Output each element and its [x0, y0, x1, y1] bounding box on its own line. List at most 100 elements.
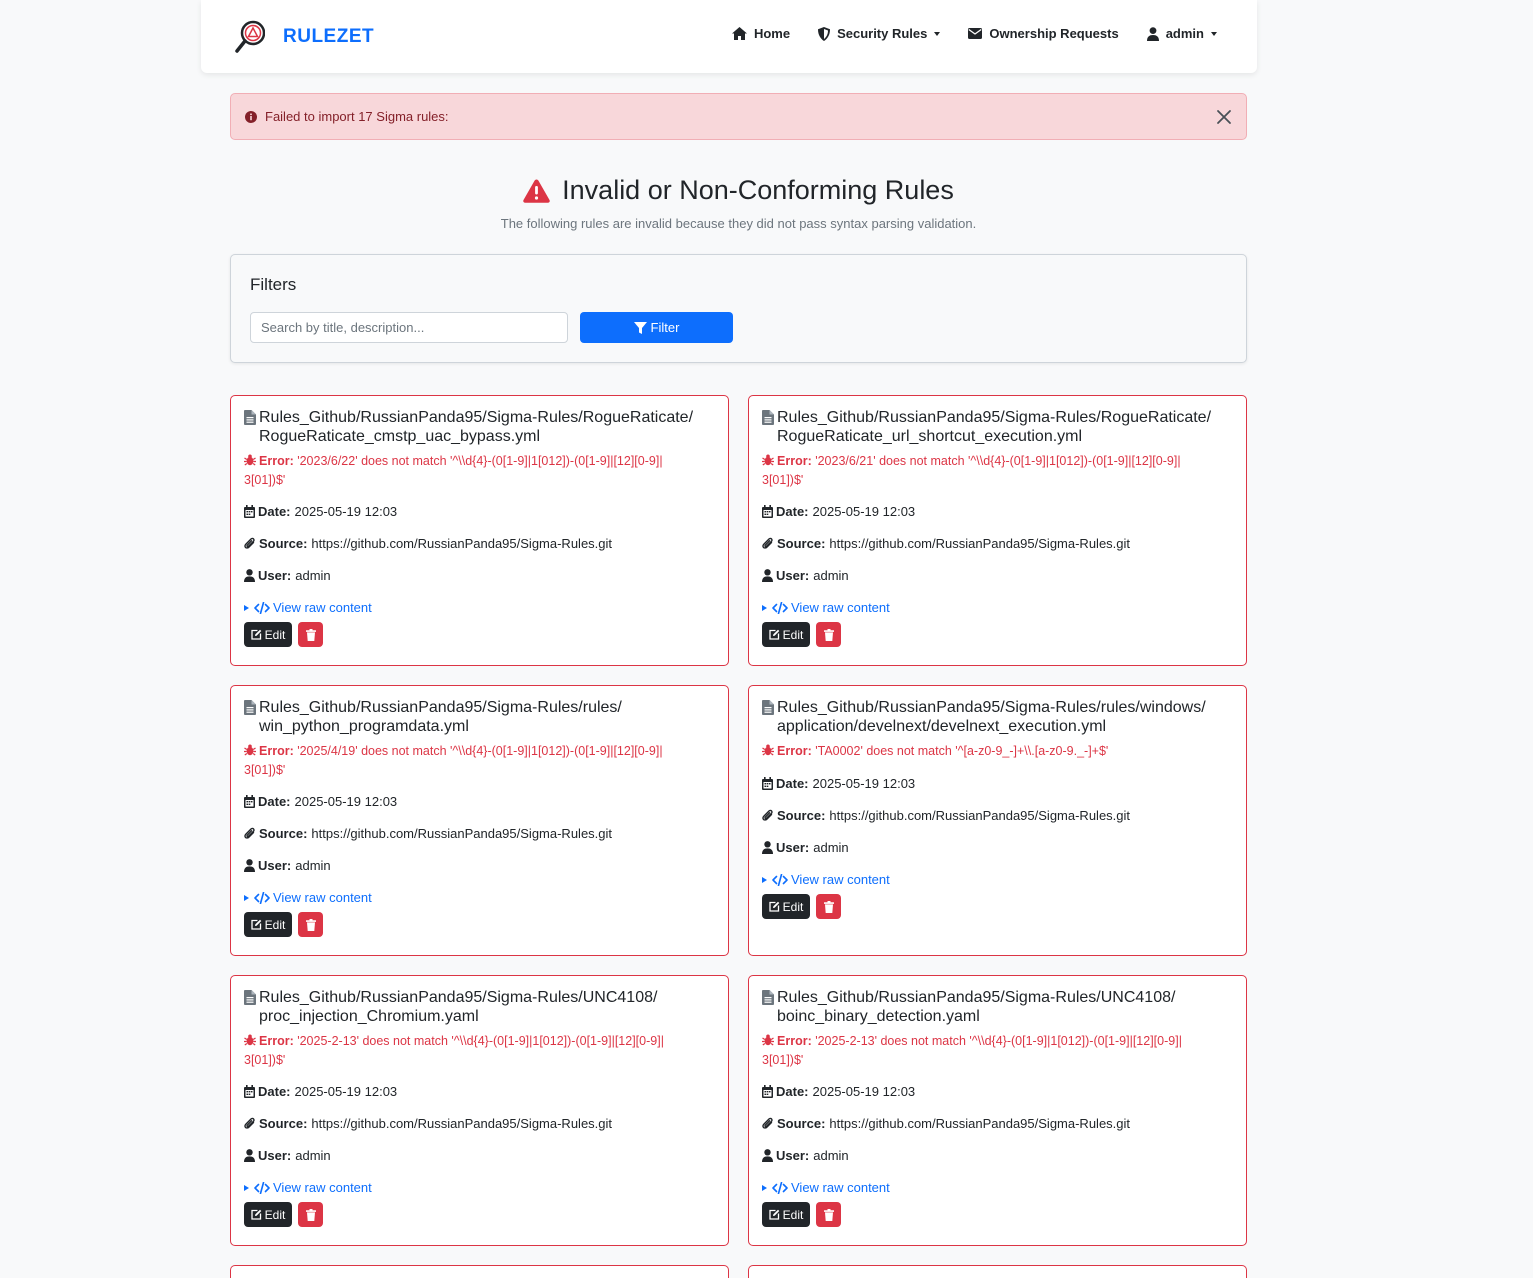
edit-icon: [251, 629, 261, 640]
rule-date-value: 2025-05-19 12:03: [294, 1083, 398, 1099]
source-label: Source:: [259, 1115, 308, 1131]
edit-button[interactable]: Edit: [244, 1202, 292, 1227]
paperclip-icon: [244, 827, 255, 839]
edit-label: Edit: [782, 627, 804, 642]
date-label: Date:: [776, 503, 809, 519]
chevron-down-icon: [1211, 31, 1217, 36]
rule-title: Rules_Github/RussianPanda95/Sigma-Rules/…: [244, 408, 715, 446]
view-raw-content-toggle[interactable]: View raw content: [762, 872, 1233, 887]
view-raw-content-toggle[interactable]: View raw content: [244, 890, 715, 905]
user-label: User:: [258, 567, 292, 583]
date-label: Date:: [776, 1083, 809, 1099]
edit-icon: [251, 919, 261, 930]
view-raw-content-toggle[interactable]: View raw content: [762, 1180, 1233, 1195]
code-icon: [254, 601, 270, 614]
disclosure-triangle-icon: [244, 604, 249, 611]
nav-security-rules[interactable]: Security Rules: [818, 26, 941, 41]
brand[interactable]: RULEZET: [235, 20, 374, 54]
rule-source-value: https://github.com/RussianPanda95/Sigma-…: [829, 1115, 1131, 1131]
rule-date-value: 2025-05-19 12:03: [812, 775, 916, 791]
nav-home[interactable]: Home: [731, 26, 790, 41]
paperclip-icon: [762, 537, 773, 549]
nav-user-label: admin: [1165, 26, 1204, 41]
file-icon: [244, 990, 256, 1005]
file-icon: [244, 410, 256, 425]
page-title-text: Invalid or Non-Conforming Rules: [562, 175, 954, 205]
rule-user-value: admin: [813, 567, 849, 583]
rule-date-value: 2025-05-19 12:03: [294, 503, 398, 519]
filter-button[interactable]: Filter: [580, 312, 733, 343]
rule-source: Source: https://github.com/RussianPanda95…: [244, 825, 715, 841]
nav-user-menu[interactable]: admin: [1146, 26, 1217, 41]
rule-error-line1: 'TA0002' does not match '^[a-z0-9_-]+\\.…: [815, 744, 1109, 758]
rule-date: Date: 2025-05-19 12:03: [762, 1083, 1233, 1099]
source-label: Source:: [259, 535, 308, 551]
delete-button[interactable]: [816, 622, 841, 647]
rule-title: Rules_Github/RussianPanda95/Sigma-Rules/…: [244, 698, 715, 736]
delete-button[interactable]: [298, 1202, 323, 1227]
error-label: Error:: [259, 454, 294, 468]
rule-date: Date: 2025-05-19 12:03: [762, 775, 1233, 791]
delete-button[interactable]: [298, 912, 323, 937]
rule-date: Date: 2025-05-19 12:03: [244, 1083, 715, 1099]
rule-title: Rules_Github/RussianPanda95/Sigma-Rules/…: [244, 988, 715, 1026]
rule-user-value: admin: [813, 1147, 849, 1163]
rule-error-line1: '2025-2-13' does not match '^\\d{4}-(0[1…: [297, 1034, 664, 1048]
page-subtitle: The following rules are invalid because …: [500, 216, 977, 231]
rule-user: User: admin: [244, 1147, 715, 1163]
view-raw-label: View raw content: [273, 1180, 372, 1195]
delete-button[interactable]: [816, 1202, 841, 1227]
page-title: Invalid or Non-Conforming Rules: [0, 175, 1477, 206]
error-label: Error:: [777, 744, 812, 758]
disclosure-triangle-icon: [244, 1184, 249, 1191]
file-icon: [762, 990, 774, 1005]
user-icon: [244, 568, 255, 582]
close-icon[interactable]: [1214, 107, 1234, 127]
user-icon: [1146, 26, 1159, 41]
filter-funnel-icon: [633, 321, 647, 334]
rule-user: User: admin: [762, 1147, 1233, 1163]
rule-date: Date: 2025-05-19 12:03: [244, 793, 715, 809]
rule-error-line1: '2023/6/22' does not match '^\\d{4}-(0[1…: [297, 454, 663, 468]
bug-icon: [762, 1034, 774, 1046]
rule-date-value: 2025-05-19 12:03: [812, 1083, 916, 1099]
edit-label: Edit: [782, 899, 804, 914]
rule-source: Source: https://github.com/RussianPanda95…: [244, 535, 715, 551]
edit-button[interactable]: Edit: [762, 622, 810, 647]
delete-button[interactable]: [816, 894, 841, 919]
rule-actions: Edit: [244, 1202, 715, 1227]
edit-button[interactable]: Edit: [244, 912, 292, 937]
rule-title-line2: proc_injection_Chromium.yaml: [259, 1008, 479, 1025]
rule-title-line1: Rules_Github/RussianPanda95/Sigma-Rules/…: [259, 409, 694, 426]
view-raw-content-toggle[interactable]: View raw content: [244, 1180, 715, 1195]
bug-icon: [762, 744, 774, 756]
edit-button[interactable]: Edit: [244, 622, 292, 647]
filter-button-label: Filter: [650, 320, 680, 335]
user-label: User:: [258, 857, 292, 873]
edit-button[interactable]: Edit: [762, 894, 810, 919]
calendar-icon: [244, 794, 255, 808]
rule-title-line2: RogueRaticate_url_shortcut_execution.yml: [777, 428, 1083, 445]
trash-icon: [305, 1208, 316, 1221]
edit-button[interactable]: Edit: [762, 1202, 810, 1227]
search-input[interactable]: [250, 312, 568, 343]
filters-panel: Filters Filter: [230, 254, 1247, 363]
error-label: Error:: [259, 1034, 294, 1048]
rule-user: User: admin: [244, 857, 715, 873]
rule-actions: Edit: [762, 622, 1233, 647]
nav-ownership-requests[interactable]: Ownership Requests: [968, 26, 1119, 41]
view-raw-content-toggle[interactable]: View raw content: [762, 600, 1233, 615]
rule-user-value: admin: [813, 839, 849, 855]
rule-title-line1: Rules_Github/RussianPanda95/Sigma-Rules/…: [259, 989, 658, 1006]
disclosure-triangle-icon: [244, 894, 249, 901]
error-label: Error:: [777, 1034, 812, 1048]
rule-user: User: admin: [762, 839, 1233, 855]
user-icon: [762, 1148, 773, 1162]
view-raw-content-toggle[interactable]: View raw content: [244, 600, 715, 615]
user-label: User:: [776, 839, 810, 855]
delete-button[interactable]: [298, 622, 323, 647]
source-label: Source:: [777, 807, 826, 823]
rule-source: Source: https://github.com/RussianPanda95…: [762, 807, 1233, 823]
edit-icon: [769, 1209, 779, 1220]
rule-title: Rules_Github/RussianPanda95/Sigma-Rules/…: [762, 408, 1233, 446]
